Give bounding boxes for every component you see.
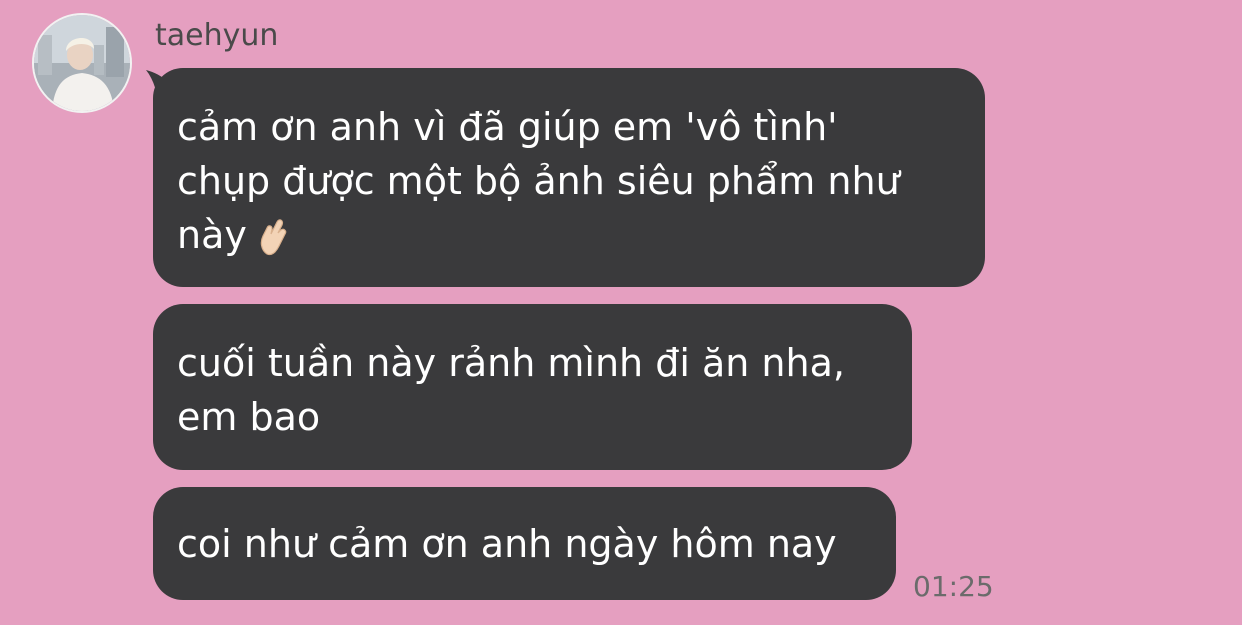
message-bubble[interactable]: cảm ơn anh vì đã giúp em 'vô tình' chụp … [153, 68, 985, 287]
message-text-line: cảm ơn anh vì đã giúp em 'vô tình' [177, 105, 838, 149]
crossed-fingers-icon [257, 216, 291, 270]
message-text-fragment: này [177, 213, 247, 257]
message-text-line: coi như cảm ơn anh ngày hôm nay [177, 522, 837, 566]
message-text-line: chụp được một bộ ảnh siêu phẩm như [177, 159, 900, 203]
avatar[interactable] [32, 13, 132, 113]
message-timestamp: 01:25 [913, 570, 994, 603]
message-text-line: em bao [177, 395, 321, 439]
message-bubble[interactable]: cuối tuần này rảnh mình đi ăn nha, em ba… [153, 304, 912, 470]
profile-photo-icon [34, 15, 130, 111]
message-bubble[interactable]: coi như cảm ơn anh ngày hôm nay [153, 487, 896, 600]
message-text-line: cuối tuần này rảnh mình đi ăn nha, [177, 341, 845, 385]
message-text-line: này [177, 208, 961, 270]
sender-name: taehyun [155, 18, 279, 53]
